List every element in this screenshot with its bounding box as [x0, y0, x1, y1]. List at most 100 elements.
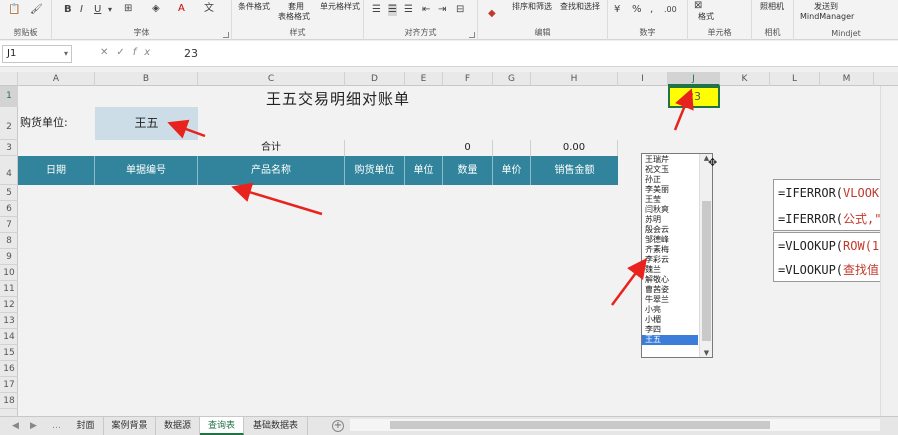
next-sheet-icon[interactable]: ▶ [30, 417, 37, 435]
column-header-a[interactable]: A [18, 72, 95, 86]
tab-case-background[interactable]: 案例背景 [104, 417, 156, 435]
row-header[interactable]: 3 [0, 140, 18, 156]
worksheet[interactable]: 王五交易明细对账单 23 购货单位: 王五 合计 0 0.00 日期 单据编号 … [18, 86, 893, 416]
list-item-selected[interactable]: 王五 [642, 335, 698, 345]
delete-icon[interactable]: ⊠ [694, 0, 702, 12]
header-date[interactable]: 日期 [18, 156, 95, 185]
column-header-f[interactable]: F [443, 72, 493, 86]
dropdown-scroll-thumb[interactable] [702, 201, 711, 341]
list-item[interactable]: 孙正 [642, 175, 698, 185]
italic-icon[interactable]: I [80, 4, 83, 16]
paste-icon[interactable]: 📋 [8, 4, 20, 16]
row-header[interactable]: 15 [0, 345, 18, 361]
header-sales-amount[interactable]: 销售金额 [531, 156, 618, 185]
chevron-down-icon[interactable]: ▾ [108, 4, 112, 16]
name-box[interactable]: J1 ▾ [2, 45, 72, 63]
column-header-m[interactable]: M [820, 72, 874, 86]
find-select-button[interactable]: 查找和选择 [560, 2, 600, 12]
row-header[interactable]: 7 [0, 217, 18, 233]
fx-icon[interactable]: fx [133, 47, 158, 58]
mindmanager-button[interactable]: MindManager [800, 12, 854, 22]
table-format-button[interactable]: 套用 [288, 2, 304, 12]
format-painter-icon[interactable]: 🖌 [30, 4, 43, 16]
list-item[interactable]: 曹茜姿 [642, 285, 698, 295]
row-header[interactable]: 1 [0, 86, 18, 107]
decimal-icon[interactable]: .00 [664, 4, 677, 16]
align-left-icon[interactable]: ☰ [372, 4, 381, 16]
row-header[interactable]: 8 [0, 233, 18, 249]
scroll-down-icon[interactable]: ▼ [700, 349, 713, 357]
list-item[interactable]: 苏明 [642, 215, 698, 225]
horizontal-scroll-thumb[interactable] [390, 421, 770, 429]
row-header[interactable]: 18 [0, 393, 18, 409]
tab-base-data[interactable]: 基础数据表 [244, 417, 308, 435]
comma-icon[interactable]: , [650, 4, 653, 16]
header-unit[interactable]: 单位 [405, 156, 443, 185]
sort-filter-button[interactable]: 排序和筛选 [512, 2, 552, 12]
buyer-label[interactable]: 购货单位: [20, 114, 68, 130]
alignment-launcher-icon[interactable] [469, 32, 475, 38]
more-sheets-icon[interactable]: … [52, 417, 61, 435]
header-product-name[interactable]: 产品名称 [198, 156, 345, 185]
list-item[interactable]: 祝文玉 [642, 165, 698, 175]
row-header[interactable]: 12 [0, 297, 18, 313]
row-header[interactable]: 17 [0, 377, 18, 393]
column-header-d[interactable]: D [345, 72, 405, 86]
buyer-value-cell[interactable]: 王五 [95, 107, 198, 140]
font-launcher-icon[interactable] [223, 32, 229, 38]
enter-icon[interactable]: ✓ [116, 47, 132, 58]
dropdown-list[interactable]: 王瑞芹 祝文玉 孙正 李美丽 王莹 闫秋爽 苏明 殷会云 邹德峰 齐素梅 李彩云… [641, 153, 713, 358]
row-header[interactable]: 11 [0, 281, 18, 297]
phonetic-icon[interactable]: 文 [204, 3, 214, 15]
percent-icon[interactable]: % [632, 4, 642, 16]
header-quantity[interactable]: 数量 [443, 156, 493, 185]
column-header-c[interactable]: C [198, 72, 345, 86]
row-header[interactable]: 6 [0, 201, 18, 217]
list-item[interactable]: 李彩云 [642, 255, 698, 265]
header-doc-number[interactable]: 单据编号 [95, 156, 198, 185]
header-unit-price[interactable]: 单价 [493, 156, 531, 185]
currency-icon[interactable]: ¥ [614, 4, 620, 16]
row-header[interactable]: 16 [0, 361, 18, 377]
row-header[interactable]: 5 [0, 185, 18, 201]
chevron-down-icon[interactable]: ▾ [64, 49, 68, 58]
indent-icon[interactable]: ⇤ [422, 4, 430, 16]
bold-icon[interactable]: B [64, 4, 72, 16]
column-header-k[interactable]: K [720, 72, 770, 86]
cancel-icon[interactable]: ✕ [100, 47, 116, 58]
fill-color-icon[interactable]: ◈ [152, 3, 160, 15]
add-sheet-icon[interactable]: + [332, 420, 344, 432]
clear-icon[interactable]: ◆ [488, 8, 496, 20]
column-header-l[interactable]: L [770, 72, 820, 86]
border-icon[interactable]: ⊞ [124, 3, 132, 15]
total-amount[interactable]: 0.00 [531, 140, 618, 156]
send-to-button[interactable]: 发送到 [814, 2, 838, 12]
row-header[interactable]: 9 [0, 249, 18, 265]
list-item[interactable]: 殷会云 [642, 225, 698, 235]
list-item[interactable]: 李四 [642, 325, 698, 335]
list-item[interactable]: 王瑞芹 [642, 155, 698, 165]
tab-cover[interactable]: 封面 [68, 417, 104, 435]
horizontal-scrollbar[interactable] [350, 419, 880, 431]
list-item[interactable]: 小亮 [642, 305, 698, 315]
formula-input[interactable]: 23 [176, 45, 876, 63]
list-item[interactable]: 齐素梅 [642, 245, 698, 255]
header-buyer[interactable]: 购货单位 [345, 156, 405, 185]
list-item[interactable]: 解敬心 [642, 275, 698, 285]
align-center-icon[interactable]: ☰ [388, 4, 397, 16]
prev-sheet-icon[interactable]: ◀ [12, 417, 19, 435]
column-header-i[interactable]: I [618, 72, 668, 86]
total-price-cell[interactable] [493, 140, 531, 156]
column-header-e[interactable]: E [405, 72, 443, 86]
list-item[interactable]: 魏兰 [642, 265, 698, 275]
underline-icon[interactable]: U [94, 4, 101, 16]
list-item[interactable]: 李美丽 [642, 185, 698, 195]
font-color-icon[interactable]: A [178, 3, 185, 15]
align-right-icon[interactable]: ☰ [404, 4, 413, 16]
dropdown-scrollbar[interactable]: ▲ ▼ [699, 154, 712, 357]
column-header-j[interactable]: J [668, 72, 720, 86]
total-label[interactable]: 合计 [198, 140, 345, 156]
list-item[interactable]: 闫秋爽 [642, 205, 698, 215]
vertical-scrollbar[interactable] [880, 86, 898, 416]
list-item[interactable]: 小楣 [642, 315, 698, 325]
